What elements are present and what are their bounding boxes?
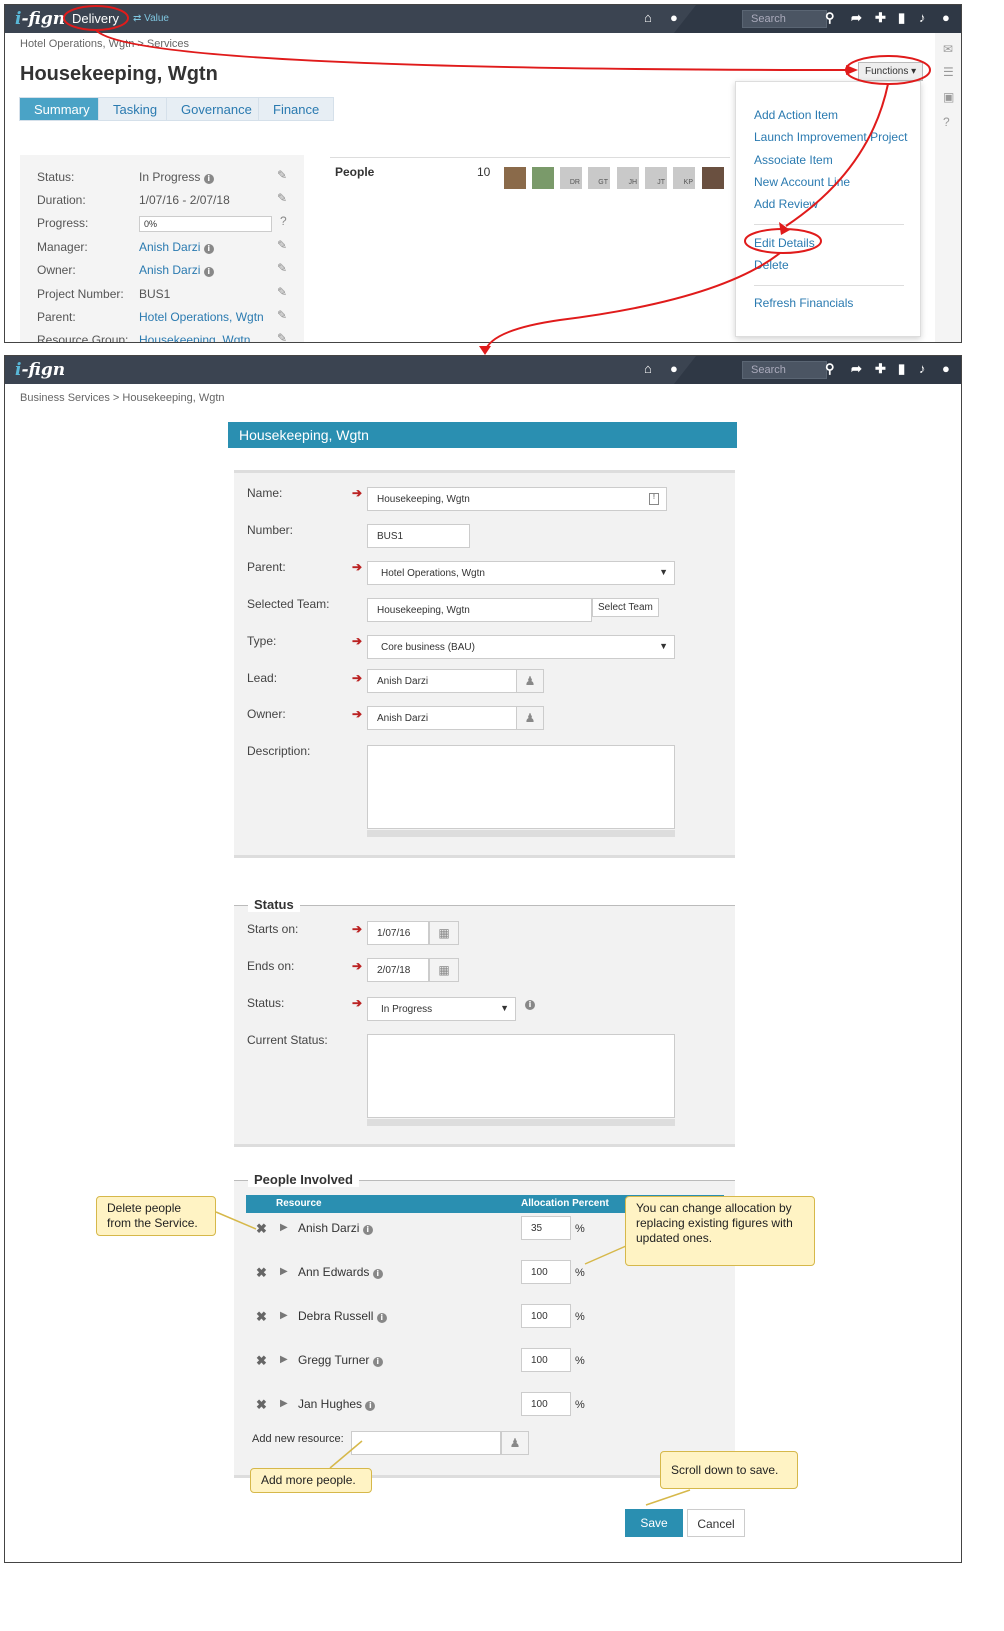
arrow-functions-to-edit	[785, 83, 889, 227]
callout-scroll-save: Scroll down to save.	[660, 1451, 798, 1489]
annotation-overlay	[63, 5, 931, 1506]
arrow-delivery-to-functions	[95, 29, 847, 71]
functions-highlight-ellipse	[845, 55, 931, 85]
delivery-highlight-ellipse	[63, 5, 129, 31]
arrowhead	[846, 65, 858, 75]
callout-add-people: Add more people.	[250, 1468, 372, 1493]
callout-pointer	[329, 1440, 363, 1469]
callout-pointer	[584, 1245, 627, 1265]
callout-delete-people: Delete people from the Service.	[96, 1196, 216, 1236]
callout-allocation: You can change allocation by replacing e…	[625, 1196, 815, 1266]
callout-pointer	[645, 1489, 691, 1506]
callout-pointer	[215, 1211, 257, 1230]
arrowhead	[479, 346, 491, 355]
arrow-edit-to-form	[484, 252, 781, 353]
